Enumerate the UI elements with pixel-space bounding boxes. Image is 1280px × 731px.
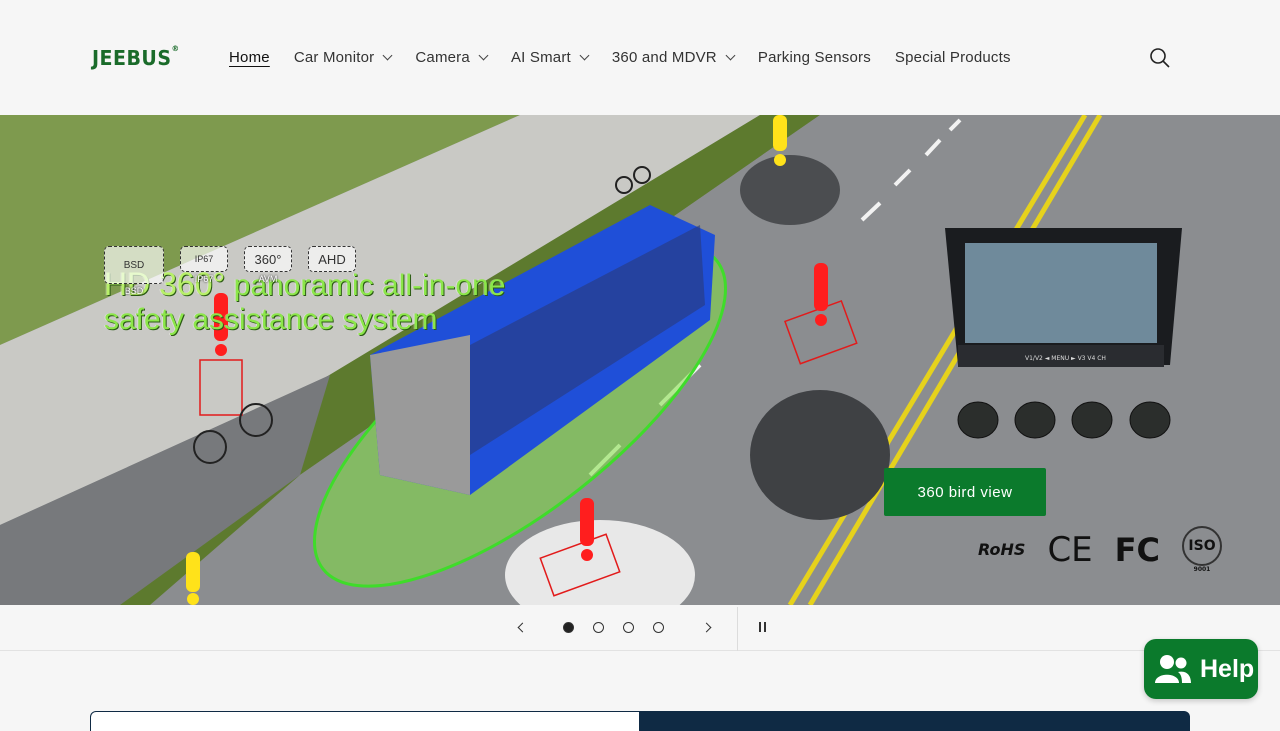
help-chat-button[interactable]: Help	[1144, 639, 1258, 699]
ahd-icon: AHD	[308, 246, 356, 272]
chevron-right-icon	[701, 622, 712, 633]
nav-ai-smart[interactable]: AI Smart	[511, 46, 590, 68]
slide-dots	[563, 622, 664, 633]
slideshow-controls	[0, 605, 1280, 651]
chevron-down-icon	[382, 50, 393, 61]
badge-avm: 360° AVM	[244, 246, 292, 296]
chevron-down-icon	[725, 50, 736, 61]
bird-view-button[interactable]: 360 bird view	[884, 468, 1046, 516]
badge-bsd: BSD BSD	[104, 246, 164, 296]
section-tab-right[interactable]	[639, 711, 1190, 731]
person-icon	[1155, 655, 1191, 683]
nav-car-monitor[interactable]: Car Monitor	[294, 46, 393, 68]
nav-parking-sensors[interactable]: Parking Sensors	[758, 46, 871, 68]
chevron-down-icon	[478, 50, 489, 61]
site-header: JEEBUS® Home Car Monitor Camera AI Smart…	[0, 0, 1280, 115]
nav-360-mdvr[interactable]: 360 and MDVR	[612, 46, 736, 68]
360-icon: 360°	[244, 246, 292, 272]
chevron-down-icon	[579, 50, 590, 61]
badge-ahd: AHD	[308, 246, 356, 296]
slide-dot-4[interactable]	[653, 622, 664, 633]
bsd-icon: BSD	[104, 246, 164, 284]
search-button[interactable]	[1148, 46, 1172, 70]
slide-dot-2[interactable]	[593, 622, 604, 633]
nav-home[interactable]: Home	[229, 46, 270, 68]
iso-logo: ISO 9001	[1182, 526, 1223, 573]
rohs-logo: RoHS	[978, 540, 1026, 559]
fcc-logo: FC	[1114, 530, 1161, 569]
chevron-left-icon	[517, 622, 528, 633]
badge-ip67: IP67 IP67	[180, 246, 228, 296]
nav-special-products[interactable]: Special Products	[895, 46, 1011, 68]
pause-slideshow-button[interactable]	[755, 619, 771, 637]
next-slide-button[interactable]	[701, 620, 717, 636]
monitor-button-labels: V1/V2 ◄ MENU ► V3 V4 CH	[1025, 355, 1106, 362]
brand-logo[interactable]: JEEBUS®	[92, 44, 180, 70]
section-tab-left[interactable]	[90, 711, 640, 731]
previous-slide-button[interactable]	[513, 620, 529, 636]
search-icon	[1150, 48, 1170, 68]
slide-dot-1[interactable]	[563, 622, 574, 633]
certification-logos: RoHS CE FC ISO 9001	[978, 526, 1223, 573]
hero-slide: V1/V2 ◄ MENU ► V3 V4 CH HD 360° panorami…	[0, 115, 1280, 605]
nav-camera[interactable]: Camera	[415, 46, 489, 68]
divider	[737, 607, 738, 651]
slide-dot-3[interactable]	[623, 622, 634, 633]
main-nav: Home Car Monitor Camera AI Smart 360 and…	[229, 46, 1035, 68]
pause-icon	[759, 622, 761, 632]
ce-logo: CE	[1047, 529, 1093, 570]
water-drop-icon: IP67	[180, 246, 228, 272]
feature-badges: BSD BSD IP67 IP67 360° AVM AHD	[104, 246, 356, 296]
